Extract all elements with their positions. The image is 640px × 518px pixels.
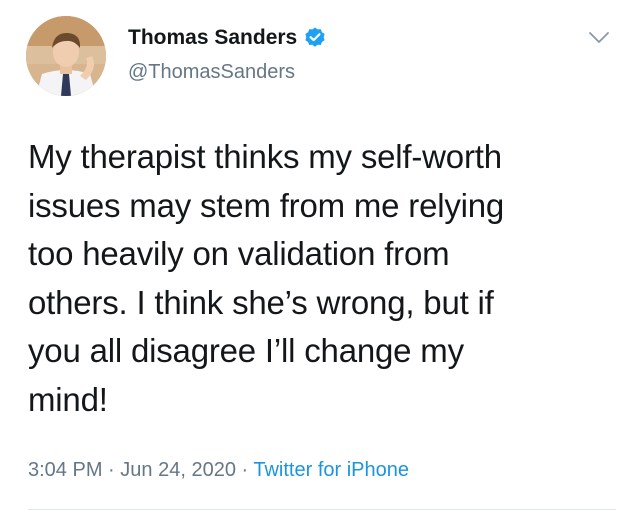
tweet-text-line: issues may stem from me relying xyxy=(28,186,505,224)
tweet-text-line: too heavily on validation from xyxy=(28,235,450,272)
tweet-text: My therapist thinks my self-worth issues… xyxy=(28,133,624,424)
tweet-time[interactable]: 3:04 PM xyxy=(28,459,102,481)
tweet-text-line: you all disagree I’ll change my xyxy=(28,332,464,369)
tweet-card: Thomas Sanders @ThomasSanders My therapi… xyxy=(0,0,640,518)
verified-badge-icon xyxy=(303,26,327,50)
avatar[interactable] xyxy=(26,16,106,96)
author-handle[interactable]: @ThomasSanders xyxy=(128,61,295,84)
avatar-image xyxy=(26,16,106,96)
author-name[interactable]: Thomas Sanders xyxy=(128,26,327,50)
tweet-meta: 3:04 PM · Jun 24, 2020 · Twitter for iPh… xyxy=(28,459,409,482)
meta-separator: · xyxy=(241,459,249,481)
chevron-down-icon xyxy=(589,32,609,43)
author-name-text[interactable]: Thomas Sanders xyxy=(128,26,297,50)
meta-separator: · xyxy=(108,459,115,481)
tweet-source-link[interactable]: Twitter for iPhone xyxy=(253,459,409,481)
tweet-text-line: others. I think she’s wrong, but if xyxy=(28,283,494,321)
tweet-text-line: My therapist thinks my self-worth xyxy=(28,138,502,175)
tweet-menu-button[interactable] xyxy=(586,26,612,48)
divider xyxy=(28,509,616,510)
tweet-date[interactable]: Jun 24, 2020 xyxy=(120,459,236,481)
tweet-text-line: mind! xyxy=(28,380,108,418)
